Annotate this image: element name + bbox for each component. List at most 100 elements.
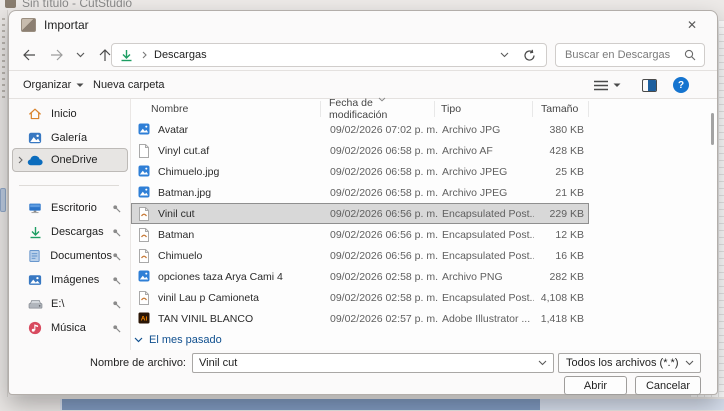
dialog-body: Inicio Galería OneDrive Escritorio Desca… <box>9 97 717 350</box>
sidebar-item-galeria[interactable]: Galería <box>12 126 128 150</box>
image-file-icon <box>138 165 151 179</box>
forward-button[interactable] <box>45 43 69 67</box>
cancel-button[interactable]: Cancelar <box>635 376 701 395</box>
close-button[interactable]: ✕ <box>677 14 707 36</box>
table-row[interactable]: Batman 09/02/2026 06:56 p. m. Encapsulat… <box>131 224 589 245</box>
pictures-icon <box>27 273 43 287</box>
file-list: Nombre Fecha de modificación Tipo Tamaño… <box>131 97 717 350</box>
organize-button[interactable]: Organizar <box>19 75 88 95</box>
background-scrollbar-thumb[interactable] <box>0 188 6 212</box>
table-row[interactable]: opciones taza Arya Cami 4 09/02/2026 02:… <box>131 266 589 287</box>
address-dropdown-icon[interactable] <box>500 52 509 58</box>
up-icon <box>99 48 111 61</box>
back-icon <box>23 49 35 61</box>
eps-file-icon <box>138 290 151 305</box>
file-rows: Avatar 09/02/2026 07:02 p. m. Archivo JP… <box>131 119 717 350</box>
column-header-fecha[interactable]: Fecha de modificación <box>321 97 435 121</box>
chevron-down-icon[interactable] <box>538 360 553 366</box>
filename-input[interactable] <box>193 357 538 369</box>
sidebar-item-onedrive[interactable]: OneDrive <box>12 148 128 172</box>
table-row[interactable]: Avatar 09/02/2026 07:02 p. m. Archivo JP… <box>131 119 589 140</box>
column-header-tamano[interactable]: Tamaño <box>533 101 589 117</box>
filetype-dropdown[interactable]: Todos los archivos (*.*) <box>558 353 701 373</box>
sidebar-item-documentos[interactable]: Documentos <box>12 244 128 268</box>
music-icon <box>27 321 43 335</box>
table-row[interactable]: vinil Lau p Camioneta 09/02/2026 02:58 p… <box>131 287 589 308</box>
table-row[interactable]: Chimuelo 09/02/2026 06:56 p. m. Encapsul… <box>131 245 589 266</box>
dialog-titlebar: Importar ✕ <box>9 11 717 39</box>
view-mode-button[interactable] <box>590 75 625 95</box>
sidebar-item-e-drive[interactable]: E:\ <box>12 292 128 316</box>
sidebar-item-escritorio[interactable]: Escritorio <box>12 196 128 220</box>
downloads-icon <box>27 226 43 239</box>
sidebar-item-label: Inicio <box>51 108 77 120</box>
svg-text:Ai: Ai <box>141 315 148 322</box>
preview-pane-icon <box>642 78 657 92</box>
table-row-selected[interactable]: Vinil cut 09/02/2026 06:56 p. m. Encapsu… <box>131 203 589 224</box>
back-button[interactable] <box>17 43 41 67</box>
address-bar[interactable]: Descargas <box>111 43 547 67</box>
documents-icon <box>27 249 42 263</box>
pin-icon <box>112 252 121 261</box>
breadcrumb-chevron-icon <box>142 51 147 59</box>
sidebar: Inicio Galería OneDrive Escritorio Desca… <box>9 99 131 350</box>
drive-icon <box>27 298 43 310</box>
horizontal-scrollbar-thumb[interactable] <box>62 399 540 410</box>
table-row[interactable]: Batman.jpg 09/02/2026 06:58 p. m. Archiv… <box>131 182 589 203</box>
image-file-icon <box>138 186 151 200</box>
filetype-value: Todos los archivos (*.*) <box>566 357 679 369</box>
column-header-tipo[interactable]: Tipo <box>435 101 533 117</box>
breadcrumb-location[interactable]: Descargas <box>154 49 207 61</box>
preview-pane-button[interactable] <box>638 75 661 95</box>
gallery-icon <box>27 131 43 145</box>
eps-file-icon <box>138 206 151 221</box>
search-icon <box>684 49 704 61</box>
image-file-icon <box>138 123 151 137</box>
chevron-down-icon <box>76 52 84 58</box>
background-window-titlebar: Sin título - CutStudio <box>0 0 724 10</box>
group-header-el-mes-pasado[interactable]: El mes pasado <box>131 329 717 350</box>
ai-file-icon: Ai <box>138 312 151 326</box>
sidebar-item-label: Escritorio <box>51 202 97 214</box>
search-box <box>555 43 705 67</box>
desktop-icon <box>27 201 43 215</box>
sidebar-item-inicio[interactable]: Inicio <box>12 102 128 126</box>
table-row[interactable]: Vinyl cut.af 09/02/2026 06:58 p. m. Arch… <box>131 140 589 161</box>
list-view-icon <box>594 80 608 90</box>
table-row[interactable]: Ai TAN VINIL BLANCO 09/02/2026 02:57 p. m… <box>131 308 589 329</box>
sidebar-item-label: Imágenes <box>51 274 100 286</box>
column-header-nombre[interactable]: Nombre <box>131 101 321 117</box>
help-icon: ? <box>673 77 689 93</box>
sidebar-item-label: Descargas <box>51 226 104 238</box>
list-scrollbar-thumb[interactable] <box>711 113 714 145</box>
chevron-down-icon <box>613 83 621 87</box>
background-window-title: Sin título - CutStudio <box>22 0 133 10</box>
expand-chevron-icon[interactable] <box>13 156 27 164</box>
cutstudio-app-icon <box>5 0 16 8</box>
help-button[interactable]: ? <box>669 75 693 95</box>
sidebar-item-descargas[interactable]: Descargas <box>12 220 128 244</box>
organize-label: Organizar <box>23 79 72 91</box>
new-folder-button[interactable]: Nueva carpeta <box>89 75 169 95</box>
new-folder-label: Nueva carpeta <box>93 79 165 91</box>
eps-file-icon <box>138 248 151 263</box>
group-collapse-chevron-icon <box>134 337 143 342</box>
sidebar-item-musica[interactable]: Música <box>12 316 128 340</box>
filename-label: Nombre de archivo: <box>90 357 186 369</box>
image-file-icon <box>138 270 151 284</box>
sidebar-item-label: Música <box>51 322 86 334</box>
recent-locations-button[interactable] <box>71 43 89 67</box>
sidebar-item-label: Galería <box>51 132 88 144</box>
dialog-footer: Nombre de archivo: Todos los archivos (*… <box>9 350 717 396</box>
sidebar-separator <box>19 185 119 186</box>
table-row[interactable]: Chimuelo.jpg 09/02/2026 06:58 p. m. Arch… <box>131 161 589 182</box>
refresh-icon[interactable] <box>523 49 536 62</box>
dialog-toolbar: Organizar Nueva carpeta ? <box>9 71 717 99</box>
pin-icon <box>112 300 121 309</box>
open-button[interactable]: Abrir <box>564 376 627 395</box>
sidebar-item-imagenes[interactable]: Imágenes <box>12 268 128 292</box>
screen: Sin título - CutStudio Importar ✕ Descar… <box>0 0 724 411</box>
search-input[interactable] <box>556 49 684 61</box>
dialog-title: Importar <box>44 18 89 32</box>
sort-descending-icon <box>378 97 385 102</box>
